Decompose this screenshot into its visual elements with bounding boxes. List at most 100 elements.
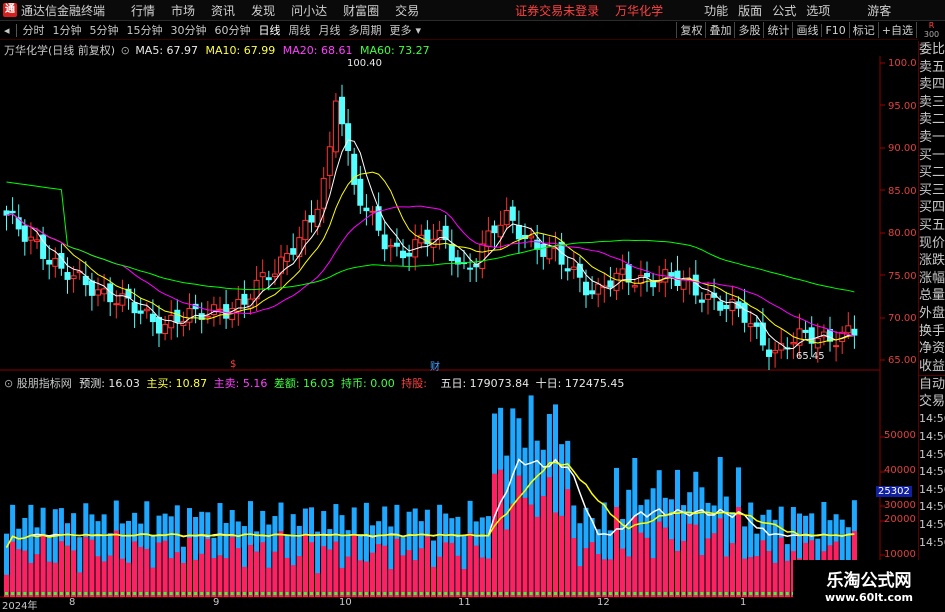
volume-bar-buy — [522, 497, 528, 597]
signal-dot — [340, 592, 344, 595]
volume-bar-buy — [138, 546, 144, 597]
candle — [509, 206, 516, 221]
signal-dot — [712, 592, 716, 595]
candle — [259, 272, 266, 278]
volume-bar-buy — [40, 534, 46, 597]
volume-bar-buy — [589, 542, 595, 597]
signal-dot — [401, 592, 405, 595]
candle — [680, 279, 687, 290]
volume-bar-buy — [357, 560, 363, 597]
candle — [162, 323, 169, 335]
volume-bar-buy — [748, 557, 754, 597]
signal-dot — [127, 592, 130, 595]
signal-dot — [66, 592, 69, 595]
signal-dot — [297, 592, 301, 595]
watermark: 乐淘公式网 www.60lt.com — [793, 560, 945, 609]
volume-bar-buy — [418, 548, 424, 597]
volume-bar-buy — [424, 536, 430, 597]
candle — [698, 299, 705, 303]
candle — [284, 253, 291, 262]
volume-bar-buy — [156, 542, 162, 597]
signal-dot — [566, 592, 570, 595]
candle — [717, 301, 724, 311]
candle — [851, 328, 858, 336]
candle — [759, 322, 766, 346]
candle — [345, 123, 352, 151]
panel-jiaoyi[interactable]: 交易 — [919, 393, 945, 411]
volume-bar-buy — [516, 475, 522, 597]
panel-time-8: 14:56 — [919, 535, 945, 549]
candle — [790, 342, 797, 345]
signal-dot — [395, 592, 399, 595]
signal-dot — [255, 592, 259, 595]
volume-bar-buy — [553, 512, 558, 597]
signal-dot — [53, 592, 57, 595]
candle — [339, 96, 345, 125]
volume-bar-buy — [705, 538, 711, 597]
candle — [845, 325, 852, 334]
signal-dot — [663, 592, 667, 595]
volume-bar-buy — [687, 523, 693, 597]
candle — [9, 210, 16, 214]
candle — [729, 299, 736, 312]
volume-bar-buy — [449, 542, 455, 597]
volume-bar-buy — [711, 533, 717, 597]
signal-dot — [5, 592, 8, 595]
signal-dot — [285, 592, 289, 595]
candle — [528, 235, 535, 239]
candle — [369, 210, 376, 213]
candle — [607, 280, 614, 288]
candle — [52, 257, 59, 267]
xaxis-label-10: 10 — [339, 597, 352, 608]
volume-bar-buy — [333, 541, 339, 597]
price-tick-5: 75.00 — [888, 271, 917, 282]
volume-bar-buy — [437, 556, 443, 597]
signal-dot — [413, 592, 417, 595]
volume-bars-group — [4, 395, 857, 597]
corner-badge: R 300 — [918, 21, 945, 41]
volume-bar-buy — [260, 542, 266, 597]
volume-bar-buy — [492, 473, 497, 597]
candle — [833, 345, 840, 348]
signal-dot — [547, 592, 551, 595]
volume-bar-buy — [248, 544, 253, 597]
signal-dot — [584, 592, 588, 595]
candle — [485, 230, 492, 247]
signal-dot — [371, 592, 374, 595]
signal-dot — [767, 592, 771, 595]
volume-bar-buy — [656, 521, 662, 597]
panel-zidong[interactable]: 自动 — [919, 375, 945, 393]
candle — [546, 246, 553, 260]
panel-zhangfu: 涨幅 — [919, 270, 945, 286]
signal-dot — [438, 592, 442, 595]
xaxis-label-1: 1 — [740, 597, 747, 608]
volume-bar-buy — [223, 558, 229, 597]
candle — [326, 146, 333, 176]
volume-bar-buy — [162, 540, 168, 597]
signal-dot — [322, 592, 326, 595]
candle — [113, 303, 120, 306]
signal-dot — [181, 592, 185, 595]
signal-dot — [621, 592, 625, 595]
volume-bar-buy — [473, 545, 479, 597]
event-marker-dollar[interactable]: $ — [230, 359, 236, 370]
volume-bar-buy — [638, 532, 644, 597]
signal-dot — [456, 592, 460, 595]
candle — [265, 277, 272, 281]
signal-dot — [730, 592, 734, 595]
signal-dot — [114, 592, 118, 595]
candle — [217, 308, 223, 311]
volume-bar-buy — [412, 560, 418, 597]
panel-buy4: 买四 — [919, 200, 945, 216]
panel-time-4: 14:56 — [919, 465, 945, 479]
panel-sell3: 卖三 — [919, 94, 945, 110]
signal-dot — [346, 592, 350, 595]
signal-dot — [364, 592, 368, 595]
event-marker-cai[interactable]: 财 — [430, 358, 440, 373]
panel-time-3: 14:56 — [919, 447, 945, 461]
volume-bar-buy — [528, 504, 534, 597]
kline-chart[interactable] — [0, 0, 918, 609]
volume-bar-buy — [309, 542, 314, 597]
signal-dot — [493, 592, 496, 595]
volume-bar-buy — [132, 541, 138, 597]
